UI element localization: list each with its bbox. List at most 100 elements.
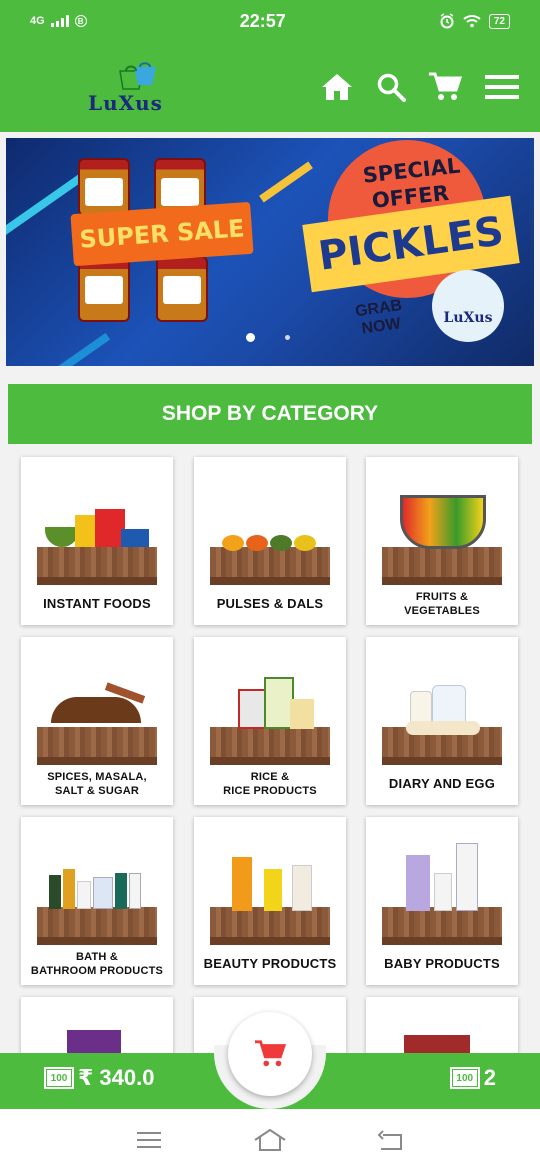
wooden-shelf-image (37, 907, 157, 945)
product-shape (434, 873, 452, 911)
pickle-jar-image (156, 256, 208, 322)
battery-icon: 72 (488, 13, 510, 29)
product-shape (264, 869, 282, 911)
status-bar: 4G B 22:57 72 (0, 0, 540, 42)
signal-icon (50, 15, 69, 27)
category-label-line2: SALT & SUGAR (54, 785, 140, 797)
recent-apps-icon[interactable] (135, 1130, 163, 1150)
category-card[interactable]: RICE & RICE PRODUCTS (194, 637, 346, 805)
product-shape (115, 873, 127, 909)
wooden-shelf-image (382, 907, 502, 945)
product-shape (456, 843, 478, 911)
product-shape (246, 535, 268, 551)
category-label-line1: SPICES, MASALA, (47, 771, 147, 783)
category-label-line2: RICE PRODUCTS (223, 785, 317, 797)
product-shape (63, 869, 75, 909)
product-shape (294, 535, 316, 551)
category-card[interactable]: BEAUTY PRODUCTS (194, 817, 346, 985)
system-nav-bar (0, 1109, 540, 1170)
cart-icon[interactable] (428, 71, 462, 103)
category-card[interactable]: BABY PRODUCTS (366, 817, 518, 985)
banner-logo: LuXus (432, 270, 504, 342)
network-label: 4G (30, 15, 45, 27)
category-card[interactable]: DIARY AND EGG (366, 637, 518, 805)
product-shape (292, 865, 312, 911)
product-shape (406, 721, 480, 735)
wooden-shelf-image (37, 727, 157, 765)
search-icon[interactable] (376, 72, 406, 102)
wooden-shelf-image (210, 727, 330, 765)
status-badge: B (74, 15, 87, 27)
home-icon[interactable] (320, 72, 354, 102)
home-nav-icon[interactable] (253, 1128, 287, 1152)
app-bar: LuXus (0, 42, 540, 132)
pickle-jar-image (78, 256, 130, 322)
status-right: 72 (439, 13, 510, 29)
product-shape (222, 535, 244, 551)
category-card[interactable] (21, 997, 173, 1058)
status-left: 4G B (30, 15, 87, 27)
wifi-icon (463, 15, 481, 28)
wooden-shelf-image (382, 547, 502, 585)
wooden-shelf-image (37, 547, 157, 585)
cart-total-value: ₹ 340.0 (78, 1065, 155, 1090)
banner-pagination (246, 333, 290, 342)
product-shape (238, 689, 266, 729)
product-shape (51, 697, 141, 723)
category-label: BEAUTY PRODUCTS (194, 957, 346, 971)
back-icon[interactable] (377, 1129, 405, 1151)
category-label-line2: BATHROOM PRODUCTS (30, 965, 164, 977)
category-card[interactable]: INSTANT FOODS (21, 457, 173, 625)
category-label-line1: INSTANT FOODS (43, 596, 151, 611)
section-title: SHOP BY CATEGORY (8, 384, 532, 444)
product-shape (77, 881, 91, 909)
category-label: SPICES, MASALA, SALT & SUGAR (21, 770, 173, 798)
category-card[interactable]: SPICES, MASALA, SALT & SUGAR (21, 637, 173, 805)
category-label: BABY PRODUCTS (366, 957, 518, 971)
box-icon: 100 (44, 1067, 74, 1089)
app-logo[interactable]: LuXus (88, 57, 198, 117)
pagination-dot-active[interactable] (246, 333, 255, 342)
category-card[interactable] (366, 997, 518, 1057)
decor-stripe (31, 332, 111, 366)
cart-icon (255, 1040, 286, 1067)
product-shape (270, 535, 292, 551)
alarm-icon (440, 13, 454, 29)
product-shape (93, 877, 113, 909)
product-shape (45, 527, 79, 547)
category-label-line1: PULSES & DALS (216, 596, 324, 611)
shopping-bag-logo-icon (119, 62, 156, 90)
logo-text: LuXus (88, 91, 163, 115)
cart-fab-button[interactable] (228, 1012, 312, 1096)
product-shape (232, 857, 252, 911)
product-shape (290, 699, 314, 729)
battery-level: 72 (493, 15, 505, 27)
product-shape (129, 873, 141, 909)
category-label: INSTANT FOODS (21, 597, 173, 611)
cart-count-value: 2 (483, 1065, 496, 1090)
box-icon: 100 (449, 1067, 480, 1089)
wooden-shelf-image (210, 547, 330, 585)
category-card[interactable]: BATH & BATHROOM PRODUCTS (21, 817, 173, 985)
category-label: PULSES & DALS (194, 597, 346, 611)
status-time: 22:57 (239, 10, 286, 31)
category-label: DIARY AND EGG (366, 777, 518, 791)
category-card[interactable]: PULSES & DALS (194, 457, 346, 625)
cart-total: 100 ₹ 340.0 (44, 1065, 154, 1091)
menu-icon[interactable] (484, 73, 520, 101)
product-shape (400, 495, 486, 549)
cart-item-count: 100 2 (449, 1065, 496, 1091)
category-label: FRUITS & VEGETABLES (366, 590, 518, 618)
pagination-dot[interactable] (285, 335, 290, 340)
product-shape (121, 529, 149, 547)
app-bar-actions (320, 71, 520, 103)
category-card[interactable]: FRUITS & VEGETABLES (366, 457, 518, 625)
decor-stripe (259, 161, 313, 203)
category-label-line1: BEAUTY PRODUCTS (203, 956, 337, 971)
product-shape (75, 515, 95, 547)
pickle-jar-image (78, 158, 130, 216)
category-label-line1: DIARY AND EGG (388, 776, 496, 791)
category-label-line1: BATH & (76, 951, 118, 963)
category-label-line1: FRUITS & (415, 591, 469, 603)
product-shape (406, 855, 430, 911)
